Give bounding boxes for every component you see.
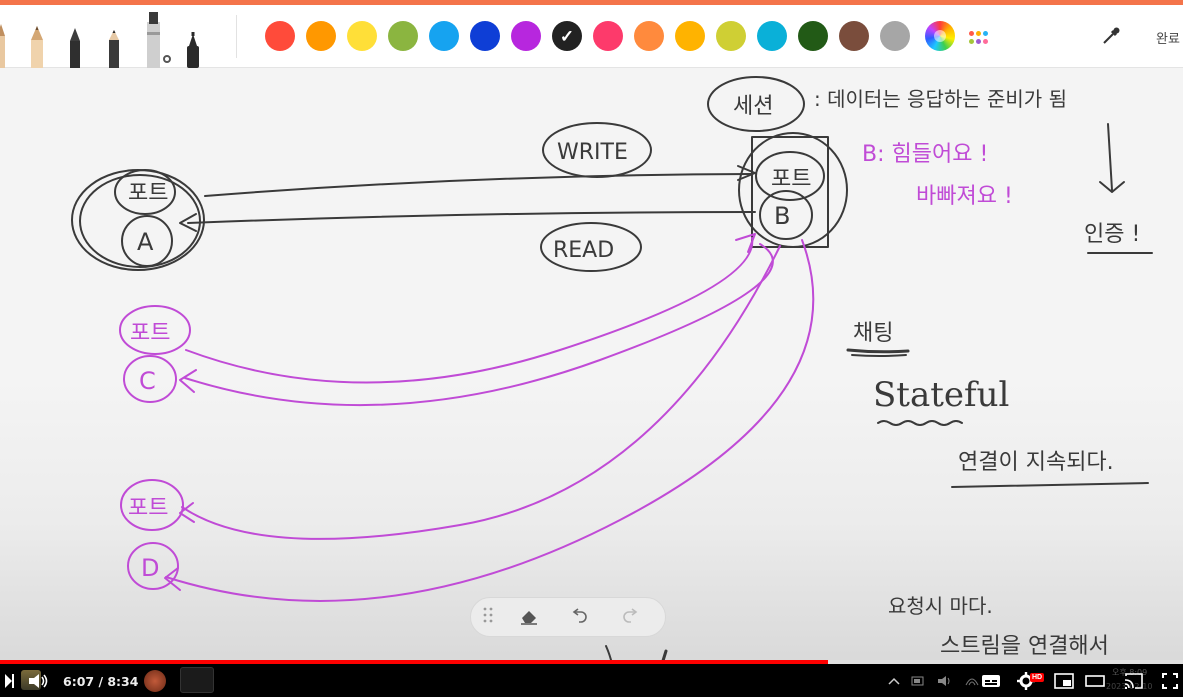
c-port-line bbox=[185, 237, 754, 384]
client-c-node-label: C bbox=[139, 367, 156, 395]
redo-icon[interactable] bbox=[622, 607, 644, 629]
stateful-label: Stateful bbox=[873, 375, 1009, 415]
down-arrow-line bbox=[1107, 123, 1113, 191]
write-label: WRITE bbox=[557, 140, 628, 165]
cast-icon[interactable] bbox=[1124, 671, 1144, 691]
eyedropper-icon[interactable] bbox=[1100, 25, 1122, 47]
next-video-icon[interactable] bbox=[0, 671, 20, 691]
color-swatch-black[interactable]: ✓ bbox=[552, 21, 582, 51]
pen-icon[interactable] bbox=[68, 8, 82, 68]
color-swatch-green[interactable] bbox=[388, 21, 418, 51]
client-c-port-label: 포트 bbox=[130, 321, 170, 346]
highlighter-icon[interactable] bbox=[144, 8, 164, 68]
eraser-icon[interactable] bbox=[519, 607, 541, 629]
b-comment-line-1: B: 힘들어요 ! bbox=[862, 142, 988, 167]
session-description: : 데이터는 응답하는 준비가 됨 bbox=[814, 87, 1067, 111]
read-label: READ bbox=[553, 238, 614, 263]
write-line bbox=[204, 173, 753, 197]
volume-icon[interactable] bbox=[29, 671, 49, 691]
color-swatch-amber[interactable] bbox=[675, 21, 705, 51]
color-swatch-light-blue[interactable] bbox=[429, 21, 459, 51]
battery-icon bbox=[908, 671, 928, 691]
undo-icon[interactable] bbox=[570, 607, 592, 629]
color-swatch-cyan[interactable] bbox=[757, 21, 787, 51]
checkmark-icon: ✓ bbox=[559, 26, 575, 46]
connection-underline bbox=[951, 482, 1149, 488]
done-button[interactable]: 완료 bbox=[1156, 28, 1180, 47]
color-swatch-orange[interactable] bbox=[306, 21, 336, 51]
miniplayer-icon[interactable] bbox=[1054, 671, 1074, 691]
client-a-node-label: A bbox=[137, 228, 154, 256]
fountain-pen-icon[interactable] bbox=[184, 8, 202, 68]
color-swatch-dark-green[interactable] bbox=[798, 21, 828, 51]
hd-badge: HD bbox=[1030, 673, 1045, 682]
color-wheel-icon[interactable] bbox=[925, 21, 955, 51]
color-swatch-blue[interactable] bbox=[470, 21, 500, 51]
connection-label: 연결이 지속되다. bbox=[958, 450, 1114, 475]
drawing-canvas[interactable]: 포트 A 포트 B WRITE READ 세션 : 데이터는 응답하는 준비가 … bbox=[0, 68, 1183, 664]
session-label: 세션 bbox=[733, 94, 773, 119]
player-controls: 6:07 / 8:34 HD 오후 8:09 2023-02-10 bbox=[0, 664, 1183, 697]
client-d-port-label: 포트 bbox=[128, 496, 168, 521]
stream-label: 스트림을 연결해서 bbox=[940, 634, 1109, 659]
color-swatch-pink[interactable] bbox=[593, 21, 623, 51]
chevron-up-icon[interactable] bbox=[884, 671, 904, 691]
chatting-label: 채팅 bbox=[853, 321, 893, 346]
speaker-icon bbox=[935, 671, 955, 691]
marker-icon[interactable] bbox=[29, 8, 45, 68]
color-swatch-light-orange[interactable] bbox=[634, 21, 664, 51]
client-a-port-label: 포트 bbox=[128, 181, 168, 206]
client-d-node-label: D bbox=[141, 554, 159, 582]
drag-handle-icon[interactable] bbox=[483, 607, 505, 629]
tool-tray bbox=[0, 5, 230, 68]
subtitles-icon[interactable] bbox=[981, 671, 1001, 691]
crayon-icon[interactable] bbox=[107, 8, 121, 68]
wifi-icon bbox=[962, 671, 982, 691]
server-b-node-label: B bbox=[774, 202, 790, 230]
color-swatch-yellow[interactable] bbox=[347, 21, 377, 51]
d-node-line bbox=[165, 239, 815, 602]
chat-underline-2 bbox=[851, 354, 907, 357]
gear-icon[interactable] bbox=[162, 54, 172, 64]
toolbar-divider bbox=[236, 15, 237, 58]
app-icon-notes[interactable] bbox=[144, 670, 166, 692]
read-line bbox=[187, 211, 756, 224]
color-swatch-red[interactable] bbox=[265, 21, 295, 51]
fullscreen-icon[interactable] bbox=[1160, 671, 1180, 691]
stateful-squiggle bbox=[877, 420, 963, 426]
color-swatch-lime[interactable] bbox=[716, 21, 746, 51]
color-swatch-gray[interactable] bbox=[880, 21, 910, 51]
time-display: 6:07 / 8:34 bbox=[63, 674, 139, 689]
app-icon-window[interactable] bbox=[180, 667, 214, 693]
pencil-icon[interactable] bbox=[0, 8, 8, 68]
color-swatch-brown[interactable] bbox=[839, 21, 869, 51]
canvas-drawing: 포트 A 포트 B WRITE READ 세션 : 데이터는 응답하는 준비가 … bbox=[71, 76, 1153, 664]
canvas-floating-toolbar bbox=[470, 597, 666, 637]
b-comment-line-2: 바빠져요 ! bbox=[916, 184, 1013, 209]
drawing-toolbar: ✓ 완료 bbox=[0, 5, 1183, 68]
more-colors-icon[interactable] bbox=[969, 31, 993, 45]
theater-mode-icon[interactable] bbox=[1085, 671, 1105, 691]
server-b-port-label: 포트 bbox=[771, 167, 811, 192]
request-label: 요청시 마다. bbox=[888, 594, 993, 618]
auth-label: 인증 ! bbox=[1084, 222, 1140, 247]
c-node-line bbox=[184, 243, 774, 407]
chat-underline-1 bbox=[846, 348, 910, 354]
color-swatch-purple[interactable] bbox=[511, 21, 541, 51]
